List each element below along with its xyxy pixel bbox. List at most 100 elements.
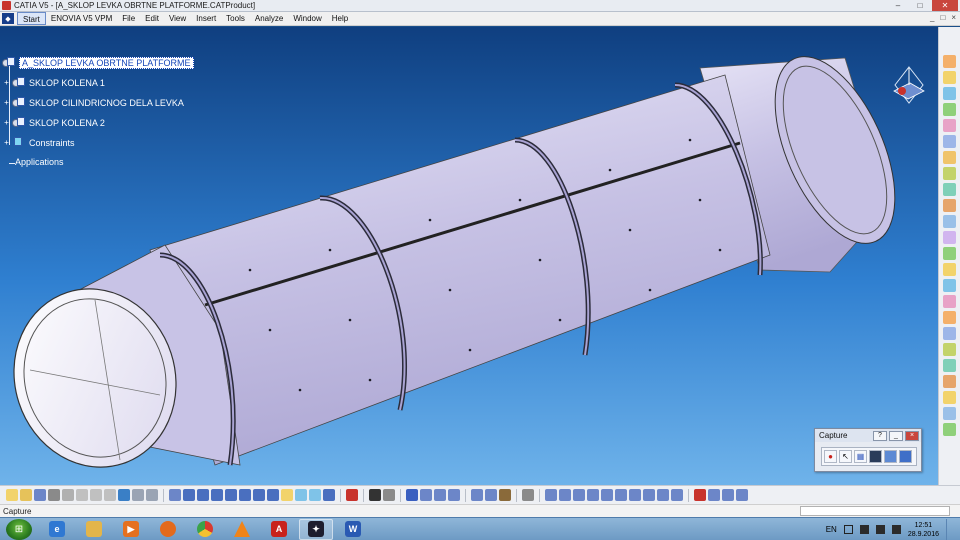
bom-icon[interactable] xyxy=(943,423,956,436)
coincidence-icon[interactable] xyxy=(943,215,956,228)
analysis-icon[interactable] xyxy=(448,489,460,501)
constraint-icon[interactable] xyxy=(545,489,557,501)
windows-start-button[interactable]: ⊞ xyxy=(6,518,32,540)
flag-icon[interactable] xyxy=(859,525,869,534)
quick-print-icon[interactable] xyxy=(62,489,74,501)
language-indicator[interactable]: EN xyxy=(826,525,837,534)
minimize-button[interactable]: – xyxy=(888,0,908,11)
taskbar-file-explorer[interactable] xyxy=(77,519,111,540)
zoom-out-icon[interactable] xyxy=(239,489,251,501)
tree-root-label[interactable]: A_SKLOP LEVKA OBRTNE PLATFORME xyxy=(19,57,194,69)
expand-icon[interactable]: + xyxy=(3,139,10,147)
component-icon[interactable] xyxy=(943,87,956,100)
copy-icon[interactable] xyxy=(90,489,102,501)
manipulation-icon[interactable] xyxy=(573,489,585,501)
taskbar-acrobat[interactable]: A xyxy=(262,519,296,540)
existing-component-icon[interactable] xyxy=(943,103,956,116)
scene-tool-icon[interactable] xyxy=(708,489,720,501)
print-icon[interactable] xyxy=(899,450,912,463)
menu-analyze[interactable]: Analyze xyxy=(250,12,288,25)
view-mode-icon[interactable] xyxy=(281,489,293,501)
tree-item-label[interactable]: Constraints xyxy=(29,138,75,148)
show-hidden-icons-icon[interactable] xyxy=(843,525,853,534)
save-icon[interactable] xyxy=(34,489,46,501)
show-desktop-button[interactable] xyxy=(946,519,954,540)
record-icon[interactable]: ● xyxy=(824,450,837,463)
fly-mode-icon[interactable] xyxy=(169,489,181,501)
pan-icon[interactable] xyxy=(197,489,209,501)
clash-icon[interactable] xyxy=(943,199,956,212)
capture-header[interactable]: Capture ? _ × xyxy=(815,429,921,442)
tree-item-label[interactable]: SKLOP CILINDRICNOG DELA LEVKA xyxy=(29,98,184,108)
doc-close-button[interactable]: × xyxy=(951,13,956,22)
clash-tool-icon[interactable] xyxy=(643,489,655,501)
menu-tools[interactable]: Tools xyxy=(221,12,250,25)
options-icon[interactable]: ▦ xyxy=(854,450,867,463)
expand-icon[interactable]: + xyxy=(3,99,10,107)
explode-tool-icon[interactable] xyxy=(601,489,613,501)
graph-tree-icon[interactable] xyxy=(943,135,956,148)
maximize-button[interactable]: □ xyxy=(910,0,930,11)
shading-icon[interactable] xyxy=(295,489,307,501)
open-icon[interactable] xyxy=(20,489,32,501)
menu-window[interactable]: Window xyxy=(288,12,326,25)
select-icon[interactable] xyxy=(943,55,956,68)
annotation-icon[interactable] xyxy=(943,359,956,372)
taskbar-media-player[interactable]: ▶ xyxy=(114,519,148,540)
tree-item-kolena-2[interactable]: SKLOP KOLENA 2 xyxy=(12,117,105,129)
taskbar-catia[interactable]: ✦ xyxy=(299,518,333,540)
tree-item-applications[interactable]: Applications xyxy=(15,157,64,167)
angle-icon[interactable] xyxy=(943,263,956,276)
new-icon[interactable] xyxy=(6,489,18,501)
tree-item-constraints[interactable]: Constraints xyxy=(12,137,75,149)
inertia-icon[interactable] xyxy=(499,489,511,501)
undo-icon[interactable] xyxy=(118,489,130,501)
sectioning-tool-icon[interactable] xyxy=(629,489,641,501)
capture-icon[interactable] xyxy=(869,450,882,463)
measure-item-icon[interactable] xyxy=(485,489,497,501)
fit-all-icon[interactable] xyxy=(183,489,195,501)
clock[interactable]: 12:51 28.9.2016 xyxy=(908,521,939,539)
pattern-icon[interactable] xyxy=(943,407,956,420)
menu-enovia[interactable]: ENOVIA V5 VPM xyxy=(46,12,117,25)
capture-minimize-button[interactable]: _ xyxy=(889,430,903,441)
menu-insert[interactable]: Insert xyxy=(191,12,221,25)
enhanced-scene-icon[interactable] xyxy=(722,489,734,501)
menu-help[interactable]: Help xyxy=(327,12,353,25)
product-tool-icon[interactable] xyxy=(943,71,956,84)
zoom-in-icon[interactable] xyxy=(225,489,237,501)
compass-icon[interactable] xyxy=(888,65,930,105)
taskbar-internet-explorer[interactable]: e xyxy=(40,519,74,540)
album-icon[interactable] xyxy=(884,450,897,463)
taskbar-vlc[interactable] xyxy=(225,519,259,540)
capture-help-button[interactable]: ? xyxy=(873,430,887,441)
replace-icon[interactable] xyxy=(943,119,956,132)
redo-icon[interactable] xyxy=(132,489,144,501)
swap-visible-icon[interactable] xyxy=(323,489,335,501)
scene-icon[interactable] xyxy=(943,391,956,404)
stop-manipulate-icon[interactable] xyxy=(615,489,627,501)
update-icon[interactable] xyxy=(943,311,956,324)
network-icon[interactable] xyxy=(875,525,885,534)
doc-minimize-button[interactable]: _ xyxy=(930,13,934,22)
distance-icon[interactable] xyxy=(657,489,669,501)
tree-item-label[interactable]: Applications xyxy=(15,157,64,167)
menu-start[interactable]: Start xyxy=(17,12,46,25)
generate-numbering-icon[interactable] xyxy=(694,489,706,501)
taskbar-chrome[interactable] xyxy=(188,519,222,540)
catalog-icon[interactable] xyxy=(943,375,956,388)
catalog-browser-icon[interactable] xyxy=(406,489,418,501)
offset-icon[interactable] xyxy=(943,247,956,260)
rotate-icon[interactable] xyxy=(211,489,223,501)
manipulate-icon[interactable] xyxy=(943,151,956,164)
catia-v4-icon[interactable] xyxy=(736,489,748,501)
part-model[interactable] xyxy=(0,27,938,485)
fix-icon[interactable] xyxy=(943,279,956,292)
multi-view-icon[interactable] xyxy=(267,489,279,501)
sectioning-icon[interactable] xyxy=(943,343,956,356)
paste-icon[interactable] xyxy=(104,489,116,501)
menu-view[interactable]: View xyxy=(164,12,191,25)
tools-icon[interactable] xyxy=(434,489,446,501)
grid-icon[interactable] xyxy=(346,489,358,501)
explode-icon[interactable] xyxy=(943,183,956,196)
